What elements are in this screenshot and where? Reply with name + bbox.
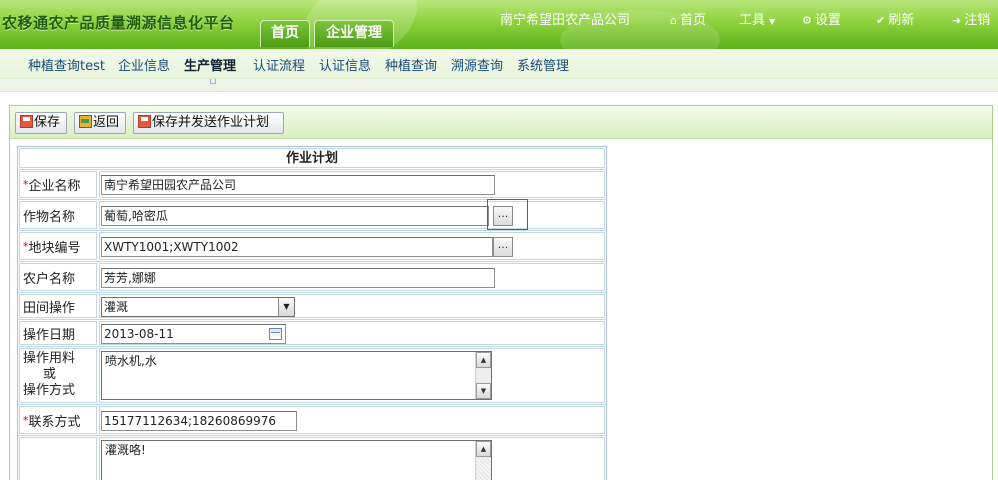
app-title: 农移通农产品质量溯源信息化平台: [2, 14, 235, 32]
scroll-up-icon[interactable]: ▲: [476, 441, 491, 457]
contact-value-cell: 15177112634;18260869976: [99, 406, 605, 434]
form-caption: 作业计划: [19, 148, 605, 168]
operation-date-value: 2013-08-11: [104, 327, 174, 341]
refresh-link[interactable]: ✔ 刷新: [876, 9, 914, 28]
tab-enterprise-management[interactable]: 企业管理: [314, 20, 394, 47]
subnav-item-enterprise-info[interactable]: 企业信息: [118, 55, 170, 74]
crop-name-field[interactable]: 葡萄,哈密瓜: [101, 206, 489, 226]
subnav-strip: [0, 79, 998, 92]
farmer-value-cell: 芳芳,娜娜: [99, 263, 605, 291]
material-label-line2: 或: [43, 367, 57, 382]
save-button-label: 保存: [34, 115, 61, 130]
textarea-scrollbar[interactable]: ▲ ▼: [475, 352, 491, 399]
material-value-cell: 喷水机,水 ▲ ▼: [99, 348, 605, 403]
date-value-cell: 2013-08-11: [99, 321, 605, 345]
form-toolbar: 保存 返回 保存并发送作业计划: [10, 106, 992, 139]
logout-link-label: 注销: [964, 13, 991, 28]
active-indicator: [210, 79, 216, 84]
home-link-label: 首页: [679, 13, 706, 28]
subnav-item-production-management[interactable]: 生产管理: [184, 55, 236, 74]
contact-field[interactable]: 15177112634;18260869976: [101, 411, 297, 431]
enterprise-row: * 企业名称 南宁希望田园农产品公司: [18, 170, 606, 200]
back-icon: [79, 115, 92, 128]
operation-row: 田间操作 灌溉 ▼: [18, 293, 606, 320]
subnav-item-planting-query-test[interactable]: 种植查询test: [28, 55, 105, 74]
enterprise-label: * 企业名称: [19, 171, 97, 198]
plot-row: * 地块编号 XWTY1001;XWTY1002 ...: [18, 231, 606, 262]
dropdown-arrow-icon: ▼: [278, 298, 294, 316]
tools-menu[interactable]: 工具 ▼: [739, 9, 778, 28]
settings-link-label: 设置: [814, 13, 841, 28]
subnav-item-trace-query[interactable]: 溯源查询: [451, 55, 503, 74]
remark-textarea[interactable]: 灌溉咯! ▲: [101, 440, 492, 480]
material-label-line3: 操作方式: [23, 383, 76, 398]
back-button-label: 返回: [93, 115, 120, 130]
operation-date-field[interactable]: 2013-08-11: [101, 324, 286, 344]
save-icon: [20, 115, 33, 128]
crop-value-cell: 葡萄,哈密瓜 ...: [99, 199, 605, 230]
subnav-item-certification-process[interactable]: 认证流程: [253, 55, 305, 74]
save-icon: [138, 115, 151, 128]
plot-number-field[interactable]: XWTY1001;XWTY1002: [101, 237, 493, 257]
tab-home[interactable]: 首页: [260, 20, 310, 47]
crop-row: 作物名称 葡萄,哈密瓜 ...: [18, 199, 606, 231]
operation-value-cell: 灌溉 ▼: [99, 294, 605, 318]
top-header: 农移通农产品质量溯源信息化平台 首页 企业管理 南宁希望田农产品公司 ⌂ 首页 工…: [0, 0, 998, 49]
material-row: 操作用料 或 操作方式 喷水机,水 ▲ ▼: [18, 347, 606, 405]
scroll-up-icon[interactable]: ▲: [476, 352, 491, 368]
work-plan-form: 作业计划 * 企业名称 南宁希望田园农产品公司 作物名称 葡萄,哈密瓜 ... *…: [17, 146, 607, 480]
crop-label: 作物名称: [19, 201, 97, 229]
enterprise-name-field[interactable]: 南宁希望田园农产品公司: [101, 175, 495, 195]
date-row: 操作日期 2013-08-11: [18, 320, 606, 347]
logout-link[interactable]: ➜ 注销: [952, 9, 990, 28]
operation-label: 田间操作: [19, 294, 97, 318]
material-method-textarea[interactable]: 喷水机,水 ▲ ▼: [101, 351, 492, 400]
farmer-name-field[interactable]: 芳芳,娜娜: [101, 268, 495, 288]
plot-picker-button[interactable]: ...: [493, 237, 513, 257]
tag-icon: ✔: [876, 14, 886, 27]
sub-navigation: 种植查询test 企业信息 生产管理 认证流程 认证信息 种植查询 溯源查询 系…: [0, 49, 998, 79]
field-operation-value: 灌溉: [104, 300, 129, 314]
save-and-send-plan-label: 保存并发送作业计划: [152, 115, 270, 130]
company-name: 南宁希望田农产品公司: [500, 13, 631, 28]
plot-value-cell: XWTY1001;XWTY1002 ...: [99, 232, 605, 260]
material-label-line1: 操作用料: [23, 351, 76, 366]
farmer-row: 农户名称 芳芳,娜娜: [18, 262, 606, 293]
refresh-link-label: 刷新: [888, 13, 915, 28]
remark-label: [19, 437, 97, 480]
subnav-item-certification-info[interactable]: 认证信息: [319, 55, 371, 74]
remark-row: 灌溉咯! ▲: [18, 436, 606, 480]
home-icon: ⌂: [670, 14, 677, 27]
scroll-down-icon[interactable]: ▼: [476, 383, 491, 399]
save-and-send-plan-button[interactable]: 保存并发送作业计划: [133, 112, 284, 134]
contact-label: * 联系方式: [19, 406, 97, 434]
subnav-item-planting-query[interactable]: 种植查询: [385, 55, 437, 74]
remark-value: 灌溉咯!: [105, 443, 146, 457]
material-method-value: 喷水机,水: [105, 354, 157, 368]
logout-icon: ➜: [952, 14, 962, 27]
plot-label-text: 地块编号: [28, 240, 81, 256]
calendar-icon[interactable]: [269, 328, 282, 340]
remark-value-cell: 灌溉咯! ▲: [99, 437, 605, 480]
home-link[interactable]: ⌂ 首页: [670, 9, 706, 28]
enterprise-value-cell: 南宁希望田园农产品公司: [99, 171, 605, 198]
tools-menu-label: 工具: [739, 13, 766, 28]
highlight-box: [487, 199, 528, 230]
farmer-label: 农户名称: [19, 263, 97, 291]
subnav-item-system-management[interactable]: 系统管理: [517, 55, 569, 74]
caret-down-icon: ▼: [769, 17, 776, 26]
enterprise-label-text: 企业名称: [28, 179, 81, 194]
gear-icon: ⚙: [802, 14, 812, 27]
settings-link[interactable]: ⚙ 设置: [802, 9, 841, 28]
save-button[interactable]: 保存: [15, 112, 67, 134]
field-operation-select[interactable]: 灌溉 ▼: [101, 297, 295, 317]
back-button[interactable]: 返回: [74, 112, 126, 134]
contact-row: * 联系方式 15177112634;18260869976: [18, 405, 606, 436]
contact-label-text: 联系方式: [28, 414, 81, 430]
date-label: 操作日期: [19, 321, 97, 345]
form-caption-row: 作业计划: [18, 148, 606, 170]
material-label: 操作用料 或 操作方式: [19, 348, 97, 403]
textarea-scrollbar[interactable]: ▲: [475, 441, 491, 480]
plot-label: * 地块编号: [19, 232, 97, 260]
